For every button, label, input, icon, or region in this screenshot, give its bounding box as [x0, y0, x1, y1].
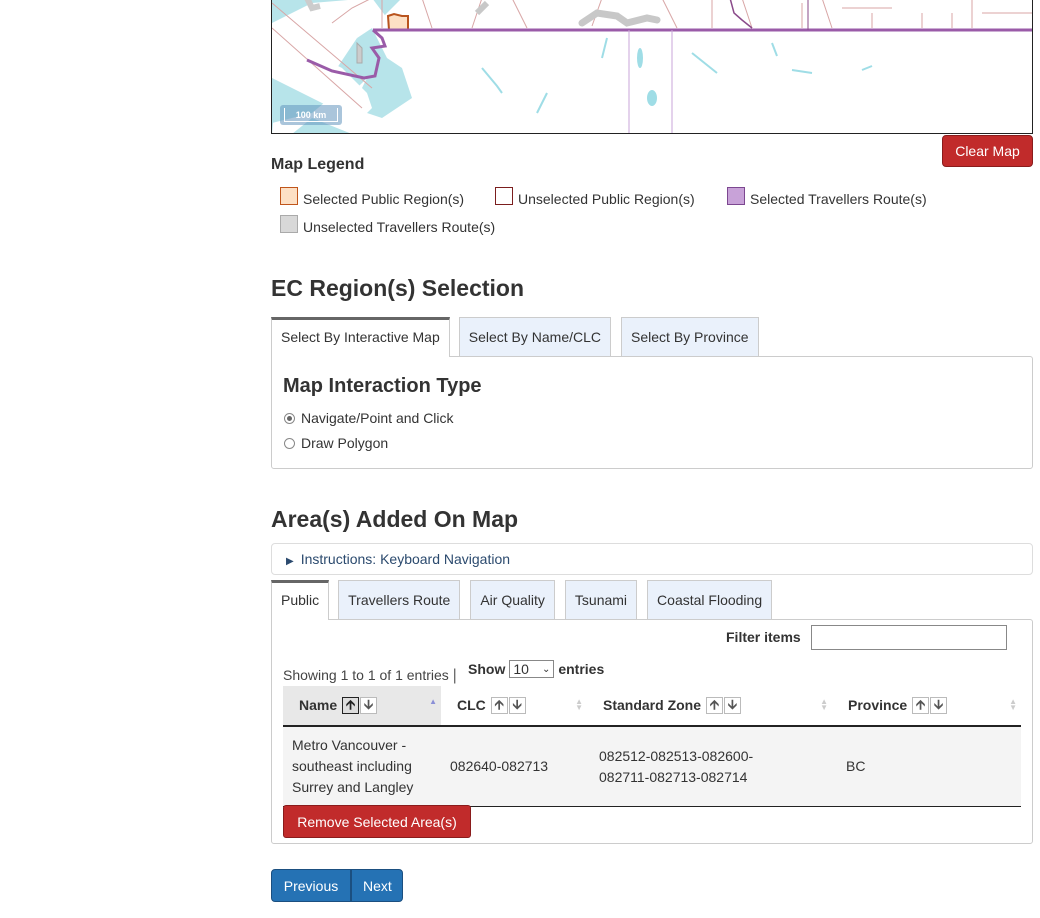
- column-header-province[interactable]: Province 🡩 🡫 ▲ ▼: [832, 686, 1021, 727]
- sort-descending-icon[interactable]: 🡫: [723, 697, 741, 715]
- column-header-clc[interactable]: CLC 🡩 🡫 ▲ ▼: [441, 686, 587, 727]
- legend-label: Selected Travellers Route(s): [750, 191, 927, 207]
- interactive-map-panel: Map Interaction Type Navigate/Point and …: [271, 356, 1033, 469]
- cell-name: Metro Vancouver - southeast including Su…: [283, 726, 441, 807]
- areas-tabs: Public Travellers Route Air Quality Tsun…: [271, 580, 782, 620]
- separator: |: [452, 667, 457, 684]
- column-label: Standard Zone: [603, 696, 702, 713]
- sort-ascending-icon[interactable]: 🡩: [705, 697, 723, 715]
- sort-ascending-icon[interactable]: 🡩: [490, 697, 508, 715]
- radio-navigate[interactable]: Navigate/Point and Click: [284, 410, 454, 426]
- sort-descending-icon[interactable]: 🡫: [508, 697, 526, 715]
- tab-air-quality[interactable]: Air Quality: [470, 580, 555, 619]
- showing-text: Showing 1 to 1 of 1 entries: [283, 667, 449, 683]
- legend-item-unselected-public: Unselected Public Region(s): [495, 187, 695, 207]
- tab-coastal-flooding[interactable]: Coastal Flooding: [647, 580, 773, 619]
- entries-label: entries: [558, 661, 605, 677]
- page-size-select[interactable]: 10 ⌄: [509, 660, 555, 678]
- filter-input[interactable]: [811, 625, 1007, 650]
- tab-travellers-route[interactable]: Travellers Route: [338, 580, 461, 619]
- radio-draw-polygon[interactable]: Draw Polygon: [284, 435, 388, 451]
- column-label: Name: [299, 696, 338, 713]
- column-label: Province: [848, 696, 908, 713]
- sort-ascending-icon[interactable]: 🡩: [342, 697, 360, 715]
- expand-triangle-icon: ▶: [286, 556, 294, 567]
- page-size-value: 10: [513, 661, 529, 677]
- instructions-toggle[interactable]: ▶ Instructions: Keyboard Navigation: [271, 543, 1033, 575]
- sort-descending-icon[interactable]: 🡫: [930, 697, 948, 715]
- clear-map-button[interactable]: Clear Map: [942, 135, 1033, 167]
- unselected-public-swatch-icon: [495, 187, 513, 205]
- legend-item-selected-route: Selected Travellers Route(s): [727, 187, 927, 207]
- areas-heading: Area(s) Added On Map: [271, 506, 519, 532]
- sortable-indicator-icon: ▲ ▼: [820, 697, 828, 712]
- sort-descending-icon[interactable]: 🡫: [360, 697, 378, 715]
- map-legend-title: Map Legend: [271, 156, 365, 173]
- tab-interactive-map[interactable]: Select By Interactive Map: [271, 317, 450, 357]
- table-row[interactable]: Metro Vancouver - southeast including Su…: [283, 726, 1021, 807]
- column-label: CLC: [457, 696, 486, 713]
- radio-label: Navigate/Point and Click: [301, 410, 454, 426]
- entries-info: Showing 1 to 1 of 1 entries |: [283, 667, 457, 685]
- areas-table: Name 🡩 🡫 ▲ CLC 🡩 🡫 ▲ ▼ Standard Zone 🡩 🡫 ▲ ▼ …: [283, 686, 1021, 807]
- selected-route-swatch-icon: [727, 187, 745, 205]
- interactive-map[interactable]: 100 km: [271, 0, 1033, 134]
- legend-label: Unselected Travellers Route(s): [303, 219, 496, 235]
- legend-item-unselected-route: Unselected Travellers Route(s): [280, 215, 496, 235]
- selected-public-swatch-icon: [280, 187, 298, 205]
- legend-item-selected-public: Selected Public Region(s): [280, 187, 465, 207]
- chevron-down-icon: ⌄: [541, 663, 551, 675]
- wizard-pager: Previous Next: [271, 869, 403, 902]
- legend-label: Selected Public Region(s): [303, 191, 465, 207]
- cell-clc: 082640-082713: [441, 726, 587, 807]
- cell-province: BC: [832, 726, 1021, 807]
- tab-name-clc[interactable]: Select By Name/CLC: [458, 317, 612, 356]
- sorted-asc-indicator-icon: ▲: [429, 697, 437, 706]
- sortable-indicator-icon: ▲ ▼: [1009, 697, 1017, 712]
- instructions-label: Instructions: Keyboard Navigation: [300, 551, 511, 567]
- interaction-type-heading: Map Interaction Type: [283, 375, 482, 397]
- cell-standard-zone: 082512-082513-082600-082711-082713-08271…: [587, 726, 832, 807]
- legend-label: Unselected Public Region(s): [518, 191, 695, 207]
- map-scale-bar: 100 km: [280, 105, 342, 125]
- ec-selection-heading: EC Region(s) Selection: [271, 275, 525, 301]
- unselected-route-swatch-icon: [280, 215, 298, 233]
- page-size-control: Show 10 ⌄ entries: [468, 660, 604, 678]
- tab-province[interactable]: Select By Province: [621, 317, 759, 356]
- ec-selection-tabs: Select By Interactive Map Select By Name…: [271, 317, 769, 357]
- radio-checked-icon[interactable]: [284, 412, 295, 424]
- show-label: Show: [468, 661, 506, 677]
- sortable-indicator-icon: ▲ ▼: [575, 697, 583, 712]
- map-canvas[interactable]: [272, 0, 1033, 134]
- column-header-standard-zone[interactable]: Standard Zone 🡩 🡫 ▲ ▼: [587, 686, 832, 727]
- column-header-name[interactable]: Name 🡩 🡫 ▲: [283, 686, 441, 727]
- filter-label: Filter items: [726, 629, 801, 645]
- previous-button[interactable]: Previous: [271, 869, 351, 902]
- radio-label: Draw Polygon: [301, 435, 389, 451]
- sort-ascending-icon[interactable]: 🡩: [912, 697, 930, 715]
- tab-tsunami[interactable]: Tsunami: [564, 580, 638, 619]
- tab-public[interactable]: Public: [271, 580, 330, 620]
- remove-selected-areas-button[interactable]: Remove Selected Area(s): [283, 805, 471, 838]
- radio-unchecked-icon[interactable]: [284, 437, 295, 449]
- next-button[interactable]: Next: [351, 869, 403, 902]
